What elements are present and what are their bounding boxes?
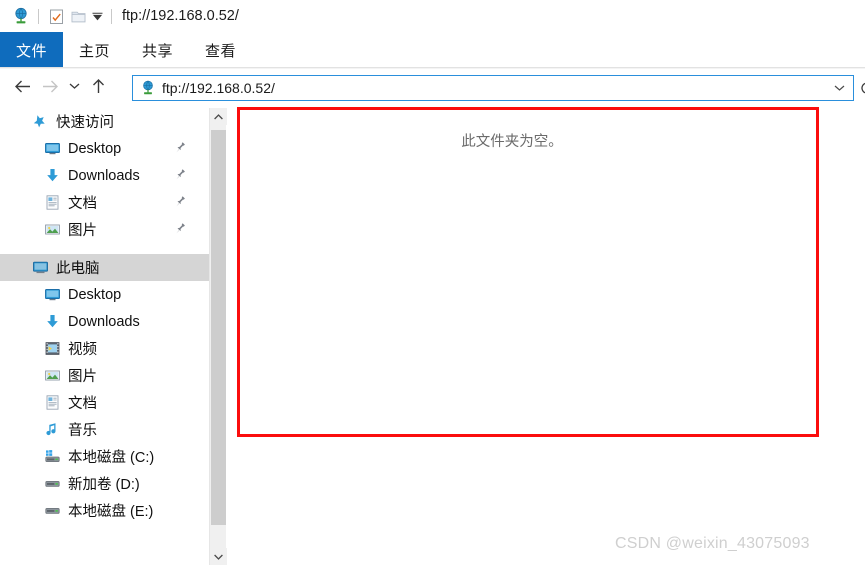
sidebar-item-label: 本地磁盘 (E:) xyxy=(68,504,154,520)
file-explorer-window: ftp://192.168.0.52/ 文件 主页 共享 查看 ftp://19… xyxy=(0,0,865,565)
scroll-down-arrow-icon[interactable] xyxy=(210,548,227,565)
drive-icon xyxy=(43,502,61,520)
sidebar-item-label: 新加卷 (D:) xyxy=(68,477,140,493)
sidebar-item-downloads[interactable]: Downloads xyxy=(0,308,209,335)
sidebar-item-desktop-quick[interactable]: Desktop xyxy=(0,135,209,162)
sidebar-item-label: 此电脑 xyxy=(56,261,100,277)
ribbon-separator-shadow xyxy=(0,68,865,69)
toolbar-divider-1 xyxy=(38,8,39,24)
sidebar-item-quick-access[interactable]: 快速访问 xyxy=(0,108,209,135)
refresh-button[interactable] xyxy=(856,76,865,100)
sidebar-item-music[interactable]: 音乐 xyxy=(0,416,209,443)
sidebar-item-label: 快速访问 xyxy=(56,115,114,131)
file-list-pane[interactable]: 此文件夹为空。 xyxy=(227,108,865,565)
back-button[interactable] xyxy=(8,72,36,100)
pin-icon[interactable] xyxy=(175,222,186,238)
sidebar-item-drive-e[interactable]: 本地磁盘 (E:) xyxy=(0,497,209,524)
drive-icon xyxy=(43,475,61,493)
pin-star-icon xyxy=(31,113,49,131)
tab-view[interactable]: 查看 xyxy=(189,32,252,68)
documents-icon xyxy=(43,194,61,212)
sidebar-item-pictures-quick[interactable]: 图片 xyxy=(0,216,209,243)
pictures-icon xyxy=(43,367,61,385)
desktop-monitor-icon xyxy=(43,140,61,158)
title-bar: ftp://192.168.0.52/ xyxy=(0,0,865,32)
sidebar-item-label: 文档 xyxy=(68,196,97,212)
sidebar-item-label: Desktop xyxy=(68,286,122,303)
tab-share[interactable]: 共享 xyxy=(126,32,189,68)
pin-icon[interactable] xyxy=(175,141,186,157)
sidebar-item-label: Downloads xyxy=(68,167,140,184)
recent-locations-caret-icon[interactable] xyxy=(64,72,84,100)
toolbar-divider-2 xyxy=(111,8,112,24)
up-button[interactable] xyxy=(84,72,112,100)
videos-icon xyxy=(43,340,61,358)
downloads-arrow-icon xyxy=(43,313,61,331)
ftp-site-icon[interactable] xyxy=(10,5,32,27)
sidebar-item-documents[interactable]: 文档 xyxy=(0,389,209,416)
pin-icon[interactable] xyxy=(175,195,186,211)
sidebar-item-videos[interactable]: 视频 xyxy=(0,335,209,362)
scroll-up-arrow-icon[interactable] xyxy=(210,108,227,125)
tab-file[interactable]: 文件 xyxy=(0,32,64,68)
sidebar-item-label: 本地磁盘 (C:) xyxy=(68,450,155,466)
sidebar-item-this-pc[interactable]: 此电脑 xyxy=(0,254,209,281)
window-title: ftp://192.168.0.52/ xyxy=(122,8,239,24)
ribbon-tab-bar: 文件 主页 共享 查看 xyxy=(0,32,865,68)
navigation-pane: 快速访问 Desktop Downloads 文档 图片 此电脑 Desktop… xyxy=(0,108,209,565)
sidebar-item-label: Downloads xyxy=(68,313,140,330)
tab-home[interactable]: 主页 xyxy=(63,32,126,68)
sidebar-item-drive-c[interactable]: 本地磁盘 (C:) xyxy=(0,443,209,470)
music-note-icon xyxy=(43,421,61,439)
address-dropdown-caret-icon[interactable] xyxy=(829,76,849,100)
sidebar-item-label: 视频 xyxy=(68,342,97,358)
sidebar-item-drive-d[interactable]: 新加卷 (D:) xyxy=(0,470,209,497)
downloads-arrow-icon xyxy=(43,167,61,185)
empty-folder-message: 此文件夹为空。 xyxy=(461,134,563,150)
properties-icon[interactable] xyxy=(45,5,67,27)
sidebar-item-pictures[interactable]: 图片 xyxy=(0,362,209,389)
sidebar-item-label: 图片 xyxy=(68,369,97,385)
ftp-globe-icon xyxy=(139,79,157,97)
this-pc-icon xyxy=(31,259,49,277)
customize-qat-caret-icon[interactable] xyxy=(89,6,105,26)
address-bar[interactable]: ftp://192.168.0.52/ xyxy=(132,75,854,101)
sidebar-item-label: Desktop xyxy=(68,140,122,157)
new-folder-icon[interactable] xyxy=(67,5,89,27)
sidebar-item-downloads-quick[interactable]: Downloads xyxy=(0,162,209,189)
sidebar-item-label: 音乐 xyxy=(68,423,97,439)
pictures-icon xyxy=(43,221,61,239)
sidebar-item-desktop[interactable]: Desktop xyxy=(0,281,209,308)
documents-icon xyxy=(43,394,61,412)
scrollbar-thumb[interactable] xyxy=(211,130,226,525)
sidebar-scrollbar[interactable] xyxy=(209,108,227,565)
system-drive-icon xyxy=(43,448,61,466)
sidebar-item-label: 文档 xyxy=(68,396,97,412)
watermark-text: CSDN @weixin_43075093 xyxy=(615,535,810,552)
forward-button[interactable] xyxy=(36,72,64,100)
desktop-monitor-icon xyxy=(43,286,61,304)
sidebar-item-label: 图片 xyxy=(68,223,97,239)
sidebar-item-documents-quick[interactable]: 文档 xyxy=(0,189,209,216)
pin-icon[interactable] xyxy=(175,168,186,184)
address-input[interactable]: ftp://192.168.0.52/ xyxy=(162,80,829,96)
